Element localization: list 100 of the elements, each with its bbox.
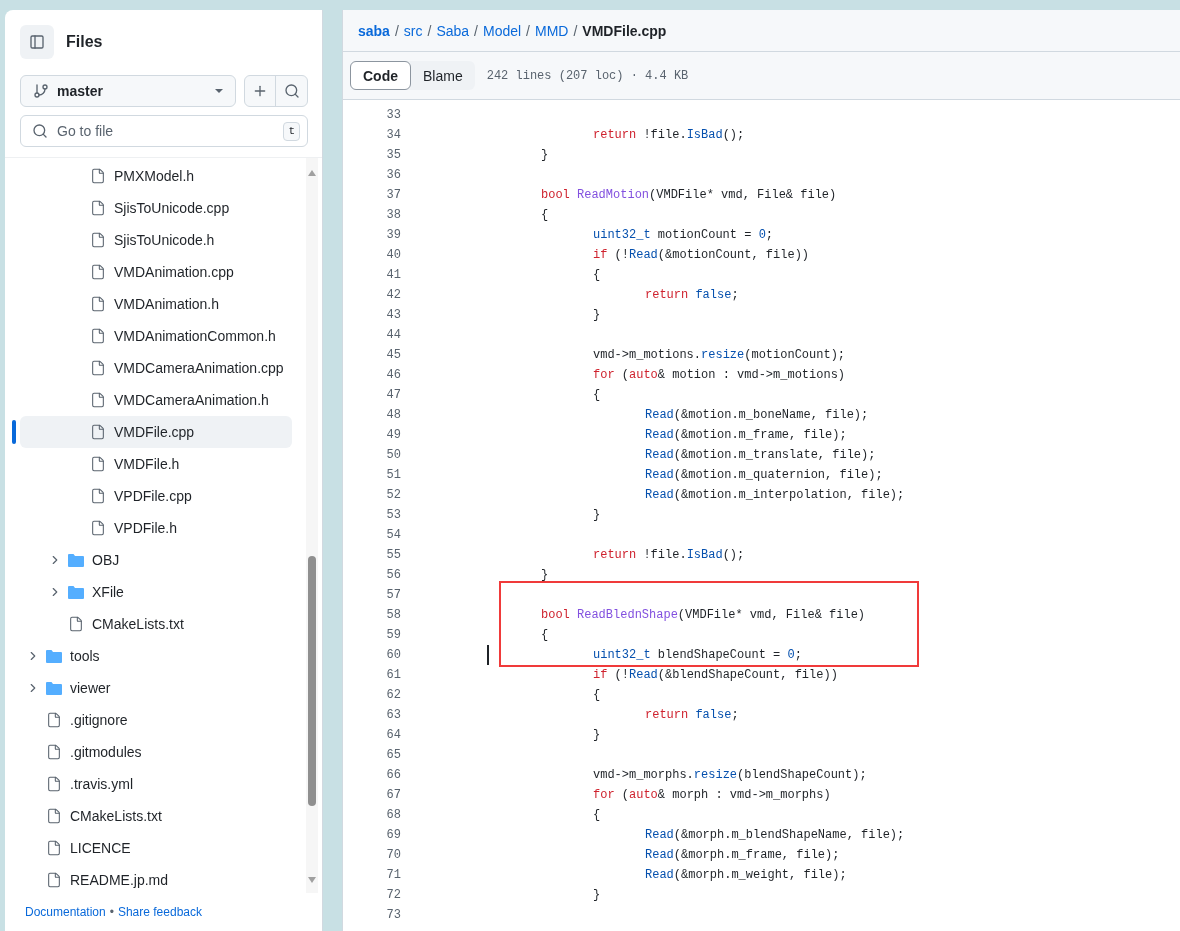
documentation-link[interactable]: Documentation	[25, 904, 106, 920]
line-number: 35	[385, 147, 401, 163]
breadcrumb-link[interactable]: Model	[482, 20, 522, 41]
search-icon	[283, 83, 300, 99]
line-number: 34	[385, 127, 401, 143]
line-number: 45	[385, 347, 401, 363]
code-line: uint32_t motionCount = 0;	[592, 227, 774, 243]
file-name: SjisToUnicode.cpp	[114, 199, 230, 218]
sidebar-title: Files	[66, 32, 103, 52]
file-icon	[46, 872, 62, 888]
file-name: VMDAnimationCommon.h	[114, 327, 276, 346]
line-number: 38	[385, 207, 401, 223]
file-item[interactable]: VMDFile.cpp	[20, 416, 292, 448]
code-line: }	[540, 567, 549, 583]
file-item[interactable]: VMDAnimation.cpp	[20, 256, 292, 288]
line-number: 71	[385, 867, 401, 883]
line-number: 62	[385, 687, 401, 703]
file-name: VMDCameraAnimation.cpp	[114, 359, 284, 378]
file-icon	[90, 520, 106, 536]
code-line: if (!Read(&blendShapeCount, file))	[592, 667, 838, 683]
code-line: {	[540, 207, 549, 223]
file-item[interactable]: VMDFile.h	[20, 448, 292, 480]
folder-item[interactable]: viewer	[20, 672, 292, 704]
file-icon	[46, 840, 62, 856]
breadcrumb-link[interactable]: MMD	[535, 20, 569, 41]
scroll-down-icon[interactable]	[308, 877, 316, 883]
file-item[interactable]: .travis.yml	[20, 768, 292, 800]
breadcrumb-link[interactable]: Saba	[436, 20, 470, 41]
file-item[interactable]: SjisToUnicode.h	[20, 224, 292, 256]
file-name: VMDCameraAnimation.h	[114, 391, 269, 410]
file-item[interactable]: SjisToUnicode.cpp	[20, 192, 292, 224]
file-item[interactable]: VMDCameraAnimation.cpp	[20, 352, 292, 384]
file-item[interactable]: CMakeLists.txt	[20, 608, 292, 640]
code-line: Read(&morph.m_blendShapeName, file);	[644, 827, 905, 843]
line-number: 55	[385, 547, 401, 563]
file-icon	[90, 456, 106, 472]
file-name: PMXModel.h	[114, 167, 195, 186]
breadcrumb-link[interactable]: src	[403, 20, 423, 41]
file-icon	[90, 360, 106, 376]
code-line: bool ReadMotion(VMDFile* vmd, File& file)	[540, 187, 837, 203]
file-item[interactable]: PMXModel.h	[20, 160, 292, 192]
file-icon	[46, 776, 62, 792]
file-item[interactable]: .gitmodules	[20, 736, 292, 768]
line-number: 69	[385, 827, 401, 843]
file-item[interactable]: VMDAnimationCommon.h	[20, 320, 292, 352]
folder-icon	[46, 681, 62, 695]
file-item[interactable]: .gitignore	[20, 704, 292, 736]
file-name: CMakeLists.txt	[92, 615, 184, 634]
line-number: 40	[385, 247, 401, 263]
view-tab[interactable]: Code	[350, 61, 411, 90]
folder-item[interactable]: OBJ	[20, 544, 292, 576]
line-number: 60	[385, 647, 401, 663]
collapse-sidebar-button[interactable]	[20, 25, 54, 59]
file-name: SjisToUnicode.h	[114, 231, 215, 250]
folder-item[interactable]: XFile	[20, 576, 292, 608]
file-item[interactable]: VMDCameraAnimation.h	[20, 384, 292, 416]
line-number: 50	[385, 447, 401, 463]
scrollbar[interactable]	[306, 158, 318, 893]
line-number: 61	[385, 667, 401, 683]
search-icon	[32, 123, 48, 139]
code-line: Read(&motion.m_boneName, file);	[644, 407, 869, 423]
line-number: 39	[385, 227, 401, 243]
line-number: 73	[385, 907, 401, 923]
line-number: 47	[385, 387, 401, 403]
file-name: CMakeLists.txt	[70, 807, 162, 826]
file-icon	[90, 200, 106, 216]
current-file-name: VMDFile.cpp	[582, 21, 667, 41]
code-line: for (auto& motion : vmd->m_motions)	[592, 367, 846, 383]
view-tab[interactable]: Blame	[411, 61, 475, 90]
scrollbar-thumb[interactable]	[308, 556, 316, 806]
file-item[interactable]: VPDFile.h	[20, 512, 292, 544]
file-item[interactable]: VMDAnimation.h	[20, 288, 292, 320]
branch-selector[interactable]: master	[20, 75, 236, 107]
code-line: Read(&morph.m_frame, file);	[644, 847, 840, 863]
code-line: if (!Read(&motionCount, file))	[592, 247, 810, 263]
scroll-up-icon[interactable]	[308, 170, 316, 176]
file-icon	[46, 744, 62, 760]
file-name: VMDFile.h	[114, 455, 180, 474]
file-item[interactable]: CMakeLists.txt	[20, 800, 292, 832]
breadcrumb-link[interactable]: saba	[358, 20, 390, 41]
file-name: .gitmodules	[70, 743, 142, 762]
line-number: 57	[385, 587, 401, 603]
breadcrumb-separator: /	[427, 21, 432, 41]
file-icon	[90, 168, 106, 184]
file-item[interactable]: VPDFile.cpp	[20, 480, 292, 512]
selection-indicator	[12, 420, 16, 444]
line-number: 53	[385, 507, 401, 523]
file-name: VMDFile.cpp	[114, 423, 195, 442]
file-icon	[90, 296, 106, 312]
folder-name: OBJ	[92, 551, 120, 570]
feedback-link[interactable]: Share feedback	[117, 904, 202, 920]
folder-item[interactable]: tools	[20, 640, 292, 672]
file-item[interactable]: LICENCE	[20, 832, 292, 864]
file-item[interactable]: README.jp.md	[20, 864, 292, 893]
line-number: 42	[385, 287, 401, 303]
code-line: uint32_t blendShapeCount = 0;	[592, 647, 802, 663]
code-line: }	[592, 307, 601, 323]
code-line: return !file.IsBad();	[592, 547, 745, 563]
line-number: 64	[385, 727, 401, 743]
line-number: 68	[385, 807, 401, 823]
